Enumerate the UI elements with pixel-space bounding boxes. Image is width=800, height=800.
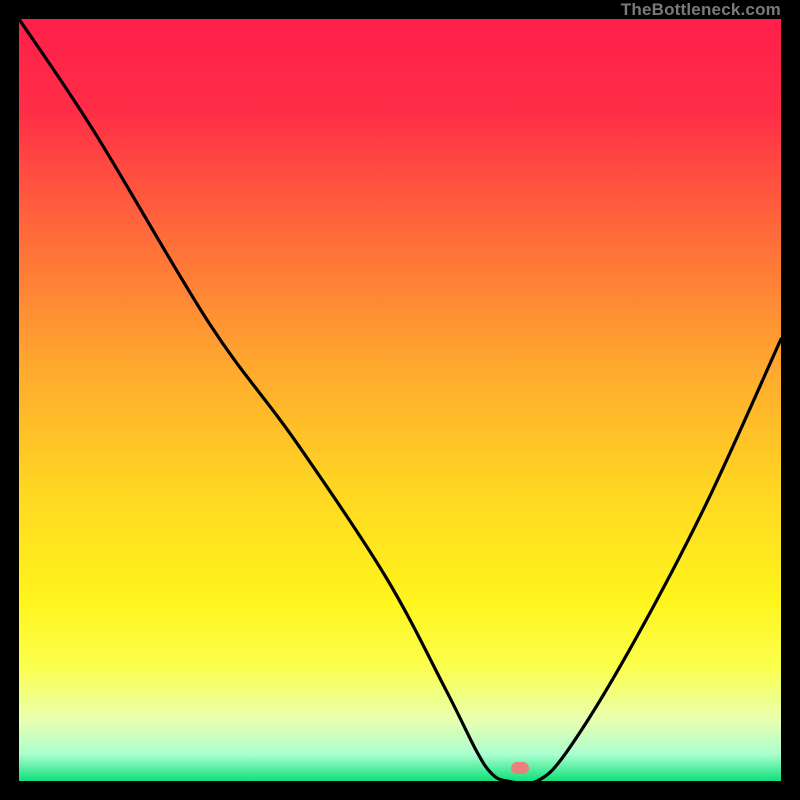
optimal-marker xyxy=(511,762,529,774)
chart-stage: TheBottleneck.com xyxy=(0,0,800,800)
plot-area xyxy=(19,19,781,781)
bottleneck-curve xyxy=(19,19,781,781)
watermark-text: TheBottleneck.com xyxy=(621,0,781,20)
